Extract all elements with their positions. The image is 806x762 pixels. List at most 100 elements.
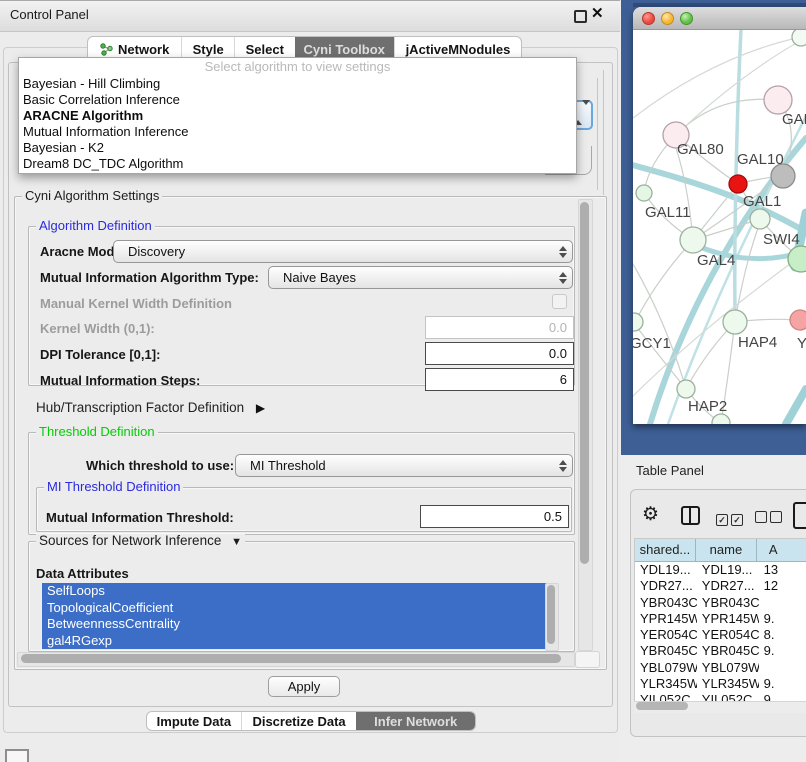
gear-icon[interactable]: ⚙ xyxy=(642,505,659,524)
kernel-width-label: Kernel Width (0,1): xyxy=(40,321,155,336)
network-node[interactable] xyxy=(712,414,730,424)
kernel-width-field[interactable]: 0.0 xyxy=(425,316,574,339)
table-cell[interactable]: YDR27... xyxy=(635,578,697,594)
table-row[interactable]: YLR345WYLR345W9. xyxy=(635,676,806,692)
float-window-icon[interactable] xyxy=(574,10,587,23)
network-canvas[interactable]: GALGAL80GAL10GAL1GAL11GAL4SWI4GCY1HAP4YH… xyxy=(633,30,806,424)
table-row[interactable]: YBL079WYBL079W xyxy=(635,660,806,676)
table-cell[interactable] xyxy=(759,595,806,611)
table-cell[interactable]: 12 xyxy=(759,578,806,594)
table-cell[interactable] xyxy=(759,660,806,676)
network-node-y[interactable] xyxy=(790,310,806,330)
control-panel-titlebar xyxy=(0,0,620,32)
settings-vscrollbar-thumb[interactable] xyxy=(580,202,589,564)
which-threshold-combobox[interactable]: MI Threshold xyxy=(235,454,573,477)
attributes-scrollbar-thumb[interactable] xyxy=(547,585,555,644)
network-node-gal11[interactable] xyxy=(636,185,652,201)
export-table-icon[interactable] xyxy=(793,502,806,529)
attribute-item-betweennesscentrality[interactable]: BetweennessCentrality xyxy=(42,616,549,633)
table-cell[interactable]: YDL19... xyxy=(697,562,759,578)
table-cell[interactable]: YBR045C xyxy=(635,643,697,659)
network-edge[interactable] xyxy=(636,240,693,320)
table-hscrollbar-thumb[interactable] xyxy=(636,702,688,710)
table-cell[interactable]: YDR27... xyxy=(697,578,759,594)
dpi-tolerance-field[interactable]: 0.0 xyxy=(425,342,574,365)
network-node[interactable] xyxy=(729,175,747,193)
apply-button[interactable]: Apply xyxy=(268,676,340,697)
minimize-traffic-light-icon[interactable] xyxy=(661,12,674,25)
table-cell[interactable]: YLR345W xyxy=(697,676,759,692)
table-row[interactable]: YBR043CYBR043C xyxy=(635,595,806,611)
attribute-item-gal4rgexp[interactable]: gal4RGexp xyxy=(42,633,549,650)
table-cell[interactable]: YBR045C xyxy=(697,643,759,659)
table-cell[interactable]: 9. xyxy=(759,643,806,659)
tab-impute-data[interactable]: Impute Data xyxy=(147,712,241,730)
network-edge[interactable] xyxy=(676,99,778,135)
column-header-3[interactable]: A xyxy=(757,539,806,561)
table-cell[interactable]: YER054C xyxy=(635,627,697,643)
algorithm-option-bayesian-k2[interactable]: Bayesian - K2 xyxy=(19,140,576,156)
deselect-all-icon[interactable] xyxy=(755,511,785,526)
algorithm-option-bayesian-hill-climbing[interactable]: Bayesian - Hill Climbing xyxy=(19,76,576,92)
sources-toggle[interactable]: Sources for Network Inference ▼ xyxy=(36,534,245,549)
mi-type-combobox[interactable]: Naive Bayes xyxy=(268,266,573,289)
select-all-icon[interactable]: ✓✓ xyxy=(716,511,746,526)
network-edge[interactable] xyxy=(676,148,693,240)
settings-hscrollbar-thumb[interactable] xyxy=(21,654,561,663)
hub-section-toggle[interactable]: Hub/Transcription Factor Definition ▶ xyxy=(36,400,265,415)
column-header-2[interactable]: name xyxy=(696,539,757,561)
tab-discretize-data[interactable]: Discretize Data xyxy=(241,712,357,730)
table-cell[interactable]: 13 xyxy=(759,562,806,578)
close-icon[interactable]: ✕ xyxy=(591,4,604,22)
table-row[interactable]: YDR27...YDR27...12 xyxy=(635,578,806,594)
table-row[interactable]: YBR045CYBR045C9. xyxy=(635,643,806,659)
covered-groupbox-border xyxy=(603,70,604,195)
close-traffic-light-icon[interactable] xyxy=(642,12,655,25)
algorithm-option-dream8-dc-tdc-algorithm[interactable]: Dream8 DC_TDC Algorithm xyxy=(19,156,576,172)
network-node-gcy1[interactable] xyxy=(633,313,643,331)
algorithm-option-basic-correlation-inference[interactable]: Basic Correlation Inference xyxy=(19,92,576,108)
table-cell[interactable]: 9. xyxy=(759,676,806,692)
mi-threshold-field[interactable]: 0.5 xyxy=(420,505,569,528)
table-cell[interactable]: YLR345W xyxy=(635,676,697,692)
algorithm-option-aracne-algorithm[interactable]: ARACNE Algorithm xyxy=(19,108,576,124)
node-label: GAL10 xyxy=(737,151,784,168)
network-window-titlebar[interactable] xyxy=(633,7,806,30)
network-graph[interactable]: GALGAL80GAL10GAL1GAL11GAL4SWI4GCY1HAP4YH… xyxy=(633,30,806,424)
algorithm-option-mutual-information-inference[interactable]: Mutual Information Inference xyxy=(19,124,576,140)
table-row[interactable]: YPR145WYPR145W9. xyxy=(635,611,806,627)
table-cell[interactable]: YBL079W xyxy=(697,660,759,676)
node-label: GAL1 xyxy=(743,193,781,210)
zoom-traffic-light-icon[interactable] xyxy=(680,12,693,25)
network-node-hap4[interactable] xyxy=(723,310,747,334)
network-edge[interactable] xyxy=(633,264,790,396)
table-cell[interactable]: YPR145W xyxy=(697,611,759,627)
network-node-gal4[interactable] xyxy=(680,227,706,253)
table-row[interactable]: YER054CYER054C8. xyxy=(635,627,806,643)
network-edge[interactable] xyxy=(786,389,806,424)
table-cell[interactable]: YBR043C xyxy=(697,595,759,611)
network-node[interactable] xyxy=(792,30,806,46)
table-row[interactable]: YDL19...YDL19...13 xyxy=(635,562,806,578)
network-edge[interactable] xyxy=(735,228,758,322)
mi-steps-field[interactable]: 6 xyxy=(425,368,574,391)
column-layout-icon[interactable] xyxy=(681,506,700,525)
aracne-mode-combobox[interactable]: Discovery xyxy=(113,240,573,263)
network-node-gal1[interactable] xyxy=(750,209,770,229)
table-cell[interactable]: YBL079W xyxy=(635,660,697,676)
network-edge[interactable] xyxy=(735,30,741,311)
network-icon xyxy=(100,43,113,56)
table-cell[interactable]: 8. xyxy=(759,627,806,643)
table-cell[interactable]: YBR043C xyxy=(635,595,697,611)
table-cell[interactable]: YDL19... xyxy=(635,562,697,578)
table-cell[interactable]: 9. xyxy=(759,611,806,627)
attribute-item-selfloops[interactable]: SelfLoops xyxy=(42,583,549,600)
table-cell[interactable]: YER054C xyxy=(697,627,759,643)
attribute-item-topologicalcoefficient[interactable]: TopologicalCoefficient xyxy=(42,600,549,617)
network-node-gal[interactable] xyxy=(764,86,792,114)
network-node-hap2[interactable] xyxy=(677,380,695,398)
column-header-1[interactable]: shared... xyxy=(635,539,696,561)
table-cell[interactable]: YPR145W xyxy=(635,611,697,627)
manual-kernel-checkbox[interactable] xyxy=(552,294,567,309)
tab-infer-network[interactable]: Infer Network xyxy=(356,712,475,730)
